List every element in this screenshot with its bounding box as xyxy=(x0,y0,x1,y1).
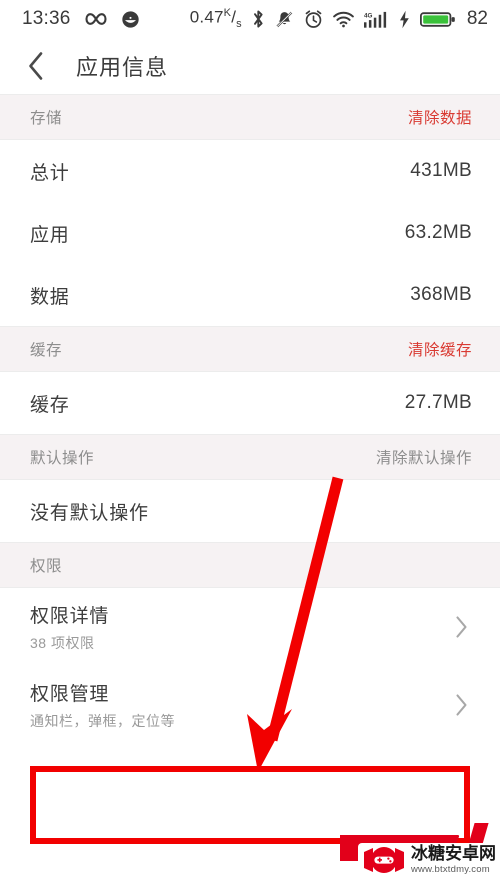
table-row[interactable]: 数据 368MB xyxy=(0,264,500,326)
row-label-total: 总计 xyxy=(30,162,70,184)
list-item-permission-details[interactable]: 权限详情 38 项权限 xyxy=(0,588,500,666)
section-title-storage: 存储 xyxy=(30,110,63,127)
table-row[interactable]: 缓存 27.7MB xyxy=(0,372,500,434)
watermark-content: 冰糖安卓网 www.btxtdmy.com xyxy=(362,845,496,875)
page-title: 应用信息 xyxy=(76,55,169,80)
section-header-permissions: 权限 xyxy=(0,542,500,588)
row-label-permission-details: 权限详情 xyxy=(30,606,110,627)
row-value-cache: 27.7MB xyxy=(404,392,472,413)
table-row[interactable]: 应用 63.2MB xyxy=(0,202,500,264)
site-watermark: 冰糖安卓网 www.btxtdmy.com xyxy=(340,823,500,889)
phone-screen: 13:36 0.47K/s 4G 82 应用信息 存储 清除数据 总计 431M… xyxy=(0,0,500,889)
row-label-data: 数据 xyxy=(30,286,70,308)
section-header-storage: 存储 清除数据 xyxy=(0,94,500,140)
clear-default-actions-button[interactable]: 清除默认操作 xyxy=(376,446,472,468)
row-texts: 权限管理 通知栏，弹框，定位等 xyxy=(30,679,175,731)
watermark-site-name: 冰糖安卓网 xyxy=(411,844,496,864)
emoji-face-icon xyxy=(121,10,140,29)
section-header-default-actions: 默认操作 清除默认操作 xyxy=(0,434,500,480)
status-bar-left: 13:36 xyxy=(22,8,140,30)
status-bar: 13:36 0.47K/s 4G 82 xyxy=(0,0,500,38)
chevron-right-icon xyxy=(450,694,472,716)
watermark-text: 冰糖安卓网 www.btxtdmy.com xyxy=(411,845,496,875)
svg-text:4G: 4G xyxy=(364,12,373,19)
back-chevron-icon[interactable] xyxy=(22,52,50,80)
app-bar: 应用信息 xyxy=(0,38,500,94)
candy-gamepad-logo-icon xyxy=(362,845,406,875)
signal-bars-icon: 4G xyxy=(363,10,389,29)
status-bar-clock: 13:36 xyxy=(22,8,71,29)
status-bar-right: 0.47K/s 4G 82 xyxy=(190,0,488,38)
clear-data-button[interactable]: 清除数据 xyxy=(408,106,472,128)
section-title-default-actions: 默认操作 xyxy=(30,450,95,467)
row-label-cache: 缓存 xyxy=(30,394,70,416)
battery-icon xyxy=(419,10,456,29)
battery-percentage: 82 xyxy=(466,8,488,29)
row-value-total: 431MB xyxy=(410,160,472,181)
network-speed-indicator: 0.47K/s xyxy=(189,7,242,31)
bell-muted-icon xyxy=(275,10,294,29)
row-value-app: 63.2MB xyxy=(404,222,472,243)
bluetooth-icon xyxy=(252,9,265,29)
list-item-permission-management[interactable]: 权限管理 通知栏，弹框，定位等 xyxy=(0,666,500,744)
section-title-permissions: 权限 xyxy=(30,558,63,575)
chevron-right-icon xyxy=(450,616,472,638)
lightning-bolt-icon xyxy=(399,10,410,29)
row-value-data: 368MB xyxy=(410,284,472,305)
row-texts: 权限详情 38 项权限 xyxy=(30,601,109,653)
row-sub-permission-details: 38 项权限 xyxy=(30,635,95,651)
section-title-cache: 缓存 xyxy=(30,342,63,359)
row-sub-permission-management: 通知栏，弹框，定位等 xyxy=(30,713,175,729)
section-header-cache: 缓存 清除缓存 xyxy=(0,326,500,372)
wifi-icon xyxy=(333,11,354,28)
row-label-permission-management: 权限管理 xyxy=(30,684,110,705)
watermark-site-url: www.btxtdmy.com xyxy=(411,864,490,876)
table-row[interactable]: 没有默认操作 xyxy=(0,480,500,542)
row-label-app: 应用 xyxy=(30,224,70,246)
infinity-icon xyxy=(84,11,108,27)
table-row[interactable]: 总计 431MB xyxy=(0,140,500,202)
alarm-clock-icon xyxy=(304,9,323,29)
row-label-no-default-action: 没有默认操作 xyxy=(30,502,149,524)
clear-cache-button[interactable]: 清除缓存 xyxy=(408,338,472,360)
